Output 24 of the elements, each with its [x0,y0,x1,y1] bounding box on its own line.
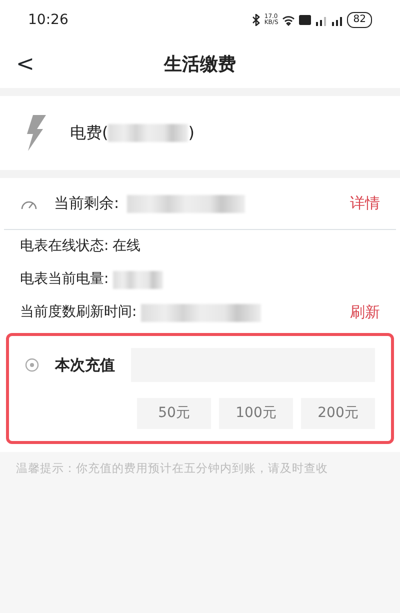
refresh-link[interactable]: 刷新 [350,301,380,324]
details-link[interactable]: 详情 [350,192,380,215]
wifi-icon [282,14,296,26]
recharge-label: 本次充值 [55,354,115,376]
info-label: 当前度数刷新时间: [20,303,137,322]
info-value: 在线 [112,237,141,256]
amount-option[interactable]: 200元 [301,398,375,429]
page-title: 生活缴费 [164,52,236,76]
battery-level: 82 [353,15,366,25]
signal-icon [315,14,328,26]
hint-text: 温馨提示：你充值的费用预计在五分钟内到账，请及时查收 [15,460,329,477]
amount-option[interactable]: 50元 [137,398,211,429]
info-label: 电表当前电量: [20,270,109,289]
coin-icon [25,358,39,372]
redacted-value [112,270,163,288]
status-time: 10:26 [28,10,68,30]
remaining-label: 当前剩余: [54,193,120,214]
back-button[interactable]: < [16,48,34,80]
lightning-icon [24,115,46,151]
info-label: 电表在线状态: [20,237,109,256]
bill-name: 电费( ) [70,122,194,144]
bluetooth-icon [252,14,260,26]
signal-icon [331,14,344,26]
amount-option[interactable]: 100元 [219,398,293,429]
